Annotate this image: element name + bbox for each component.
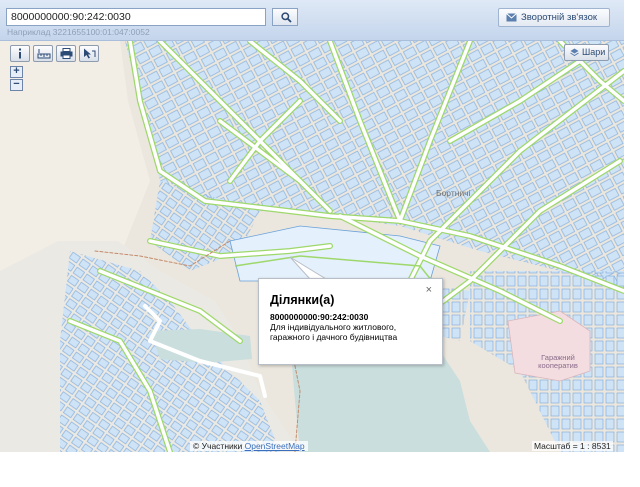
print-icon — [60, 48, 73, 59]
layers-label: Шари — [582, 47, 606, 57]
popup-title: Ділянки(а) — [270, 293, 335, 307]
select-tool-button[interactable] — [79, 45, 99, 62]
print-button[interactable] — [56, 45, 76, 62]
popup-pointer — [289, 256, 328, 280]
close-icon[interactable]: × — [426, 284, 432, 296]
popup-purpose: Для індивідуального житлового, гаражного… — [270, 322, 398, 342]
search-icon — [281, 12, 292, 23]
zoom-out-button[interactable]: − — [10, 79, 23, 91]
layers-icon — [570, 48, 579, 57]
attribution-prefix: © Участники — [193, 441, 243, 451]
page-margin — [624, 0, 640, 452]
ruler-icon — [37, 49, 51, 59]
envelope-icon — [506, 13, 517, 22]
zoom-control: + − — [10, 66, 23, 92]
map-scale: Масштаб = 1 : 8531 — [532, 441, 613, 451]
zoom-in-button[interactable]: + — [10, 66, 23, 78]
search-bar — [6, 8, 298, 26]
measure-tool-button[interactable] — [33, 45, 53, 62]
info-tool-button[interactable] — [10, 45, 30, 62]
feedback-label: Зворотній зв'язок — [521, 12, 598, 23]
map-label-district: Бортничі — [436, 188, 471, 198]
layers-button[interactable]: Шари — [564, 44, 609, 61]
map-label-garage: Гаражний кооператив — [538, 353, 578, 370]
openstreetmap-link[interactable]: OpenStreetMap — [245, 441, 305, 451]
map-attribution: © Участники OpenStreetMap — [190, 441, 308, 451]
popup-cadastral-number: 8000000000:90:242:0030 — [270, 312, 369, 322]
parcel-info-popup: × Ділянки(а) 8000000000:90:242:0030 Для … — [258, 278, 443, 365]
search-button[interactable] — [272, 8, 298, 26]
cadastral-search-input[interactable] — [6, 8, 266, 26]
map-view[interactable]: + − Шари Бортничі Гаражний кооператив × … — [0, 41, 624, 452]
pointer-icon — [84, 48, 96, 59]
map-canvas[interactable] — [0, 41, 624, 452]
header-bar: Наприклад 3221655100:01:047:0052 Зворотн… — [0, 0, 624, 41]
feedback-button[interactable]: Зворотній зв'язок — [498, 8, 610, 27]
search-hint: Наприклад 3221655100:01:047:0052 — [7, 27, 150, 37]
info-icon — [19, 48, 21, 59]
